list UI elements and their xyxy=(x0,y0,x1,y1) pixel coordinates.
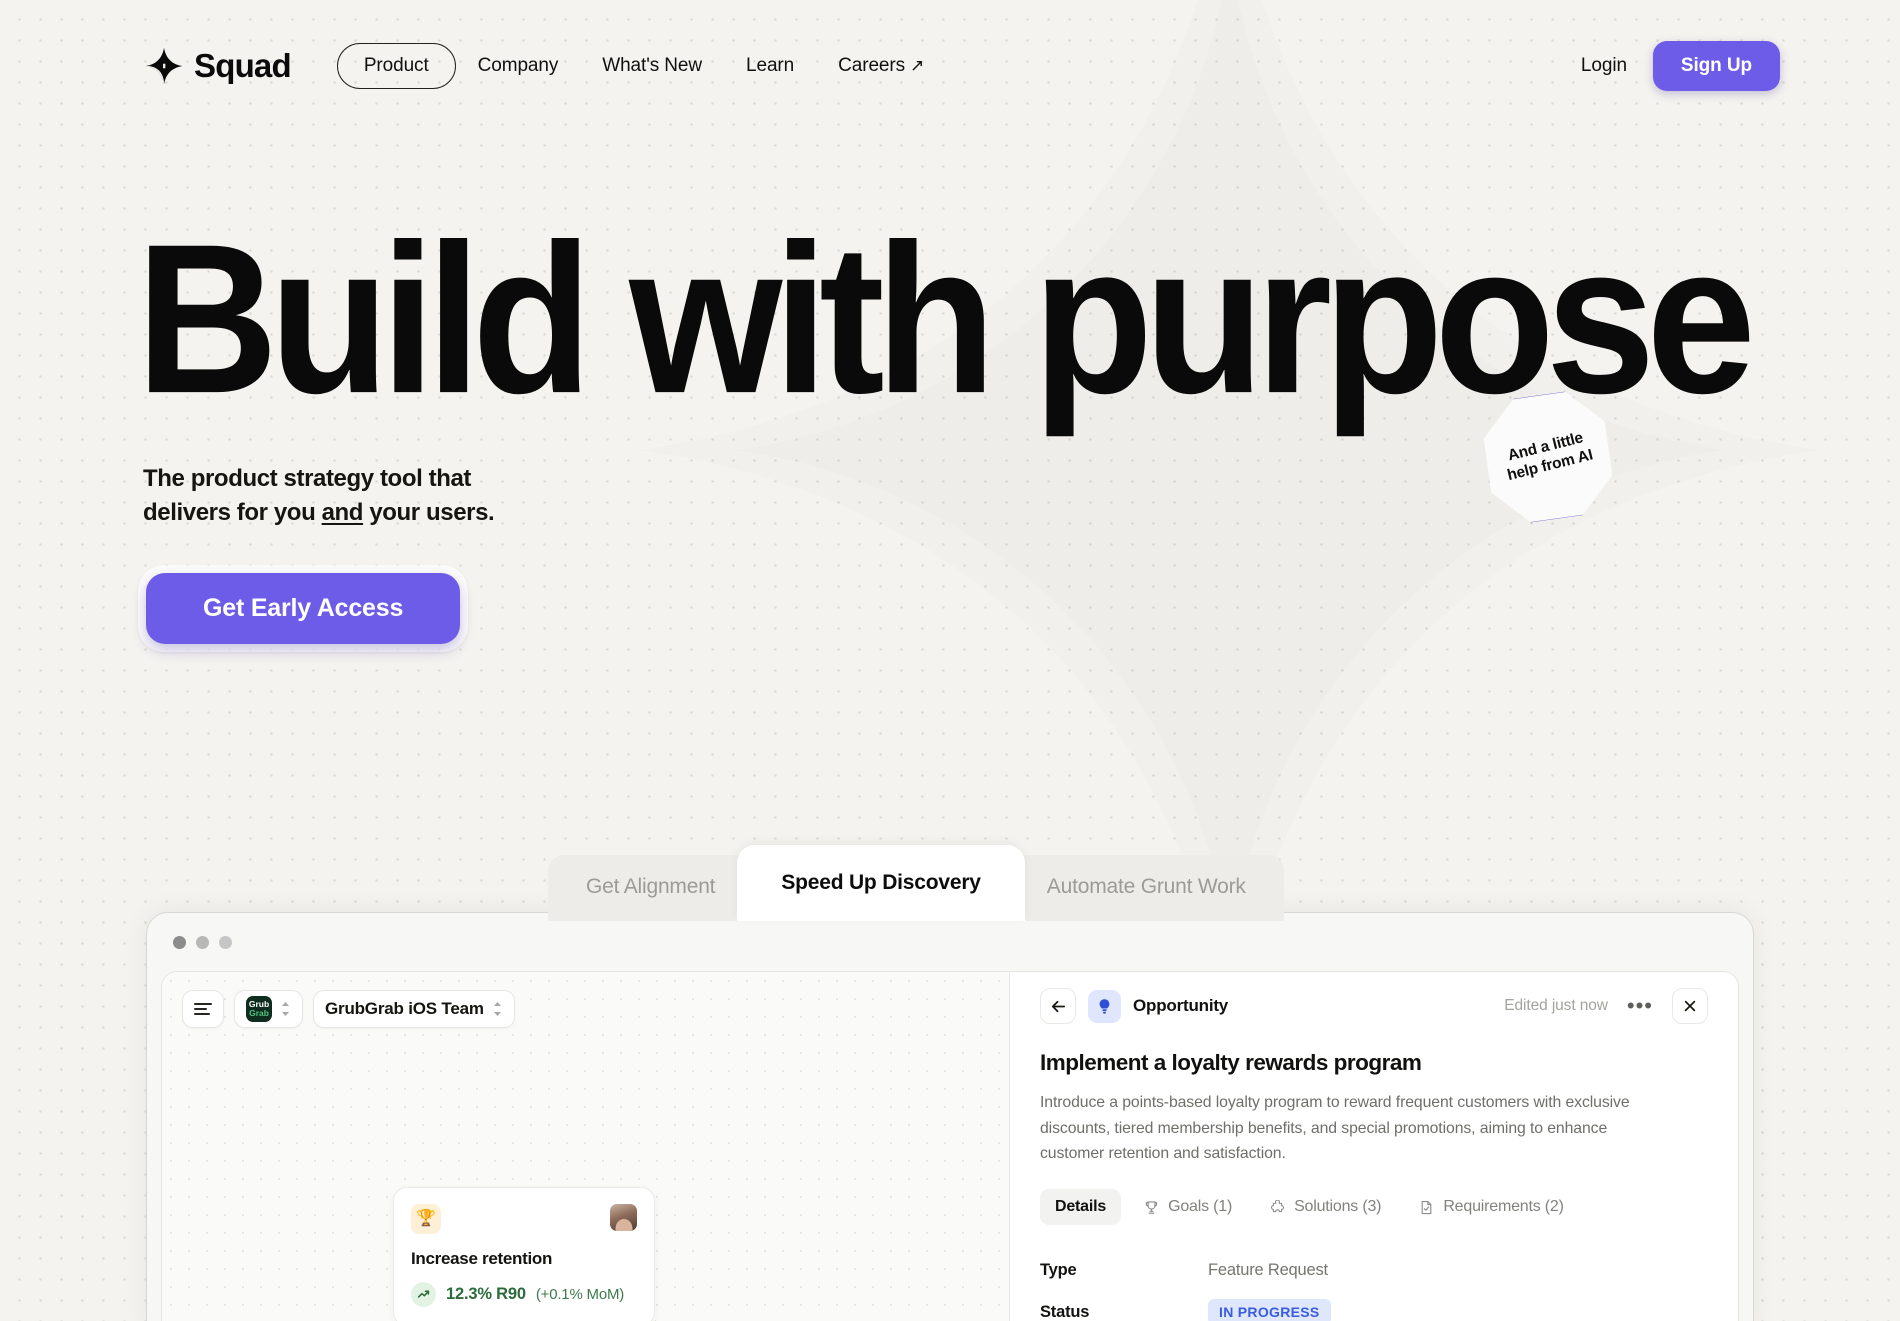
hero-subtitle-line2-a: delivers for you xyxy=(143,499,322,527)
nav-link-whats-new-label: What's New xyxy=(602,55,703,76)
sidebar-toggle-button[interactable] xyxy=(182,990,224,1028)
detail-tab-requirements-label: Requirements (2) xyxy=(1443,1198,1564,1216)
trophy-icon: 🏆 xyxy=(411,1204,441,1234)
field-value-type[interactable]: Feature Request xyxy=(1208,1261,1328,1280)
field-row-status: Status IN PROGRESS xyxy=(1040,1291,1708,1321)
hero-subtitle-line1: The product strategy tool that xyxy=(143,465,472,492)
status-badge[interactable]: IN PROGRESS xyxy=(1208,1299,1331,1321)
workspace-selector[interactable]: Grub Grab xyxy=(234,990,303,1028)
hero-subtitle-emphasis: and xyxy=(321,499,364,527)
nav-link-company[interactable]: Company xyxy=(456,44,581,88)
edited-timestamp: Edited just now xyxy=(1504,997,1608,1014)
nav-link-company-label: Company xyxy=(477,55,559,76)
detail-kind-label: Opportunity xyxy=(1133,996,1229,1015)
signup-button[interactable]: Sign Up xyxy=(1652,41,1780,91)
nav-links: Product Company What's New Learn Careers… xyxy=(336,43,946,89)
nav-link-learn[interactable]: Learn xyxy=(724,44,816,88)
back-arrow-icon xyxy=(1051,1000,1065,1012)
close-button[interactable] xyxy=(1672,988,1708,1024)
card-metric-value: 12.3% R90 xyxy=(446,1285,526,1303)
document-check-icon xyxy=(1421,1200,1432,1214)
get-early-access-button[interactable]: Get Early Access xyxy=(146,573,461,644)
detail-header-actions: Edited just now ••• xyxy=(1504,988,1708,1024)
canvas-toolbar: Grub Grab GrubGrab iOS Team xyxy=(182,990,515,1028)
detail-tab-goals[interactable]: Goals (1) xyxy=(1129,1189,1247,1225)
chevron-updown-icon xyxy=(282,1002,289,1016)
brand-name: Squad xyxy=(194,47,292,84)
card-title: Increase retention xyxy=(411,1249,553,1268)
detail-tab-goals-label: Goals (1) xyxy=(1168,1198,1233,1216)
detail-tab-solutions[interactable]: Solutions (3) xyxy=(1255,1189,1396,1225)
field-row-type: Type Feature Request xyxy=(1040,1249,1708,1291)
detail-title: Implement a loyalty rewards program xyxy=(1040,1050,1422,1075)
field-value-status: IN PROGRESS xyxy=(1208,1299,1331,1321)
window-maximize-dot[interactable] xyxy=(219,935,232,949)
nav-link-product[interactable]: Product xyxy=(336,43,456,89)
avatar xyxy=(610,1204,637,1231)
nav-actions: Login Sign Up xyxy=(1581,41,1780,91)
app-preview-window: Grub Grab GrubGrab iOS Team 🏆 Increase r… xyxy=(146,912,1754,1321)
grubgrab-logo-line2: Grab xyxy=(249,1008,269,1018)
tab-get-alignment[interactable]: Get Alignment xyxy=(548,855,754,921)
canvas-pane: Grub Grab GrubGrab iOS Team 🏆 Increase r… xyxy=(162,972,1010,1321)
nav-link-learn-label: Learn xyxy=(746,55,795,76)
hero-subtitle-line2-b: your users. xyxy=(363,499,495,527)
tab-automate-grunt-work[interactable]: Automate Grunt Work xyxy=(1008,855,1284,921)
lightbulb-icon xyxy=(1088,989,1121,1023)
sparkle-logo-icon xyxy=(145,47,183,85)
nav-link-product-label: Product xyxy=(363,55,429,76)
tab-speed-up-discovery[interactable]: Speed Up Discovery xyxy=(737,845,1025,921)
back-button[interactable] xyxy=(1040,988,1076,1024)
close-icon xyxy=(1684,1000,1696,1012)
hero-subtitle: The product strategy tool that delivers … xyxy=(143,462,495,530)
detail-tab-details[interactable]: Details xyxy=(1040,1189,1122,1226)
detail-panel-header: Opportunity Edited just now ••• xyxy=(1040,972,1708,1040)
ai-badge-text: And a little help from AI xyxy=(1469,378,1627,536)
detail-panel: Opportunity Edited just now ••• Implemen… xyxy=(1010,972,1738,1321)
opportunity-card[interactable]: 🏆 Increase retention 12.3% R90 (+0.1% Mo… xyxy=(393,1187,655,1321)
nav-link-careers-label: Careers xyxy=(838,55,906,76)
puzzle-piece-icon xyxy=(1271,1199,1285,1212)
detail-tab-solutions-label: Solutions (3) xyxy=(1294,1198,1382,1216)
hero-title: Build with purpose xyxy=(136,199,1756,438)
window-titlebar xyxy=(147,913,1753,971)
cta-halo: Get Early Access xyxy=(138,565,469,652)
team-selector[interactable]: GrubGrab iOS Team xyxy=(313,990,515,1028)
arrow-up-right-icon: ↗ xyxy=(910,55,925,75)
chevron-updown-icon xyxy=(493,1002,501,1016)
app-body: Grub Grab GrubGrab iOS Team 🏆 Increase r… xyxy=(161,971,1739,1321)
nav-link-careers[interactable]: Careers ↗ xyxy=(816,44,946,88)
card-metric-row: 12.3% R90 (+0.1% MoM) xyxy=(411,1282,637,1307)
ai-help-badge[interactable]: And a little help from AI xyxy=(1475,384,1622,531)
login-link[interactable]: Login xyxy=(1581,55,1627,77)
detail-tab-details-label: Details xyxy=(1055,1198,1107,1216)
field-label-type: Type xyxy=(1040,1260,1077,1279)
hamburger-menu-icon xyxy=(194,1003,212,1015)
card-header: 🏆 xyxy=(411,1204,637,1234)
main-navbar: Squad Product Company What's New Learn C… xyxy=(0,0,1900,132)
detail-fields: Type Feature Request Status IN PROGRESS … xyxy=(1040,1249,1708,1321)
window-minimize-dot[interactable] xyxy=(196,935,209,949)
detail-description: Introduce a points-based loyalty program… xyxy=(1040,1094,1630,1163)
brand-logo[interactable]: Squad xyxy=(145,47,292,85)
field-label-status: Status xyxy=(1040,1302,1090,1321)
card-metric-delta: (+0.1% MoM) xyxy=(535,1286,625,1303)
window-close-dot[interactable] xyxy=(173,935,186,949)
trophy-outline-icon xyxy=(1145,1201,1158,1214)
detail-tabs: Details Goals (1) Solutions (3) Requirem… xyxy=(1040,1189,1708,1226)
nav-link-whats-new[interactable]: What's New xyxy=(580,44,724,88)
team-selector-label: GrubGrab iOS Team xyxy=(325,999,484,1018)
feature-tabs: Get Alignment Speed Up Discovery Automat… xyxy=(548,845,1284,921)
grubgrab-logo-icon: Grub Grab xyxy=(246,996,272,1022)
more-options-button[interactable]: ••• xyxy=(1624,995,1656,1017)
detail-tab-requirements[interactable]: Requirements (2) xyxy=(1404,1189,1578,1225)
trend-up-icon xyxy=(411,1282,436,1307)
